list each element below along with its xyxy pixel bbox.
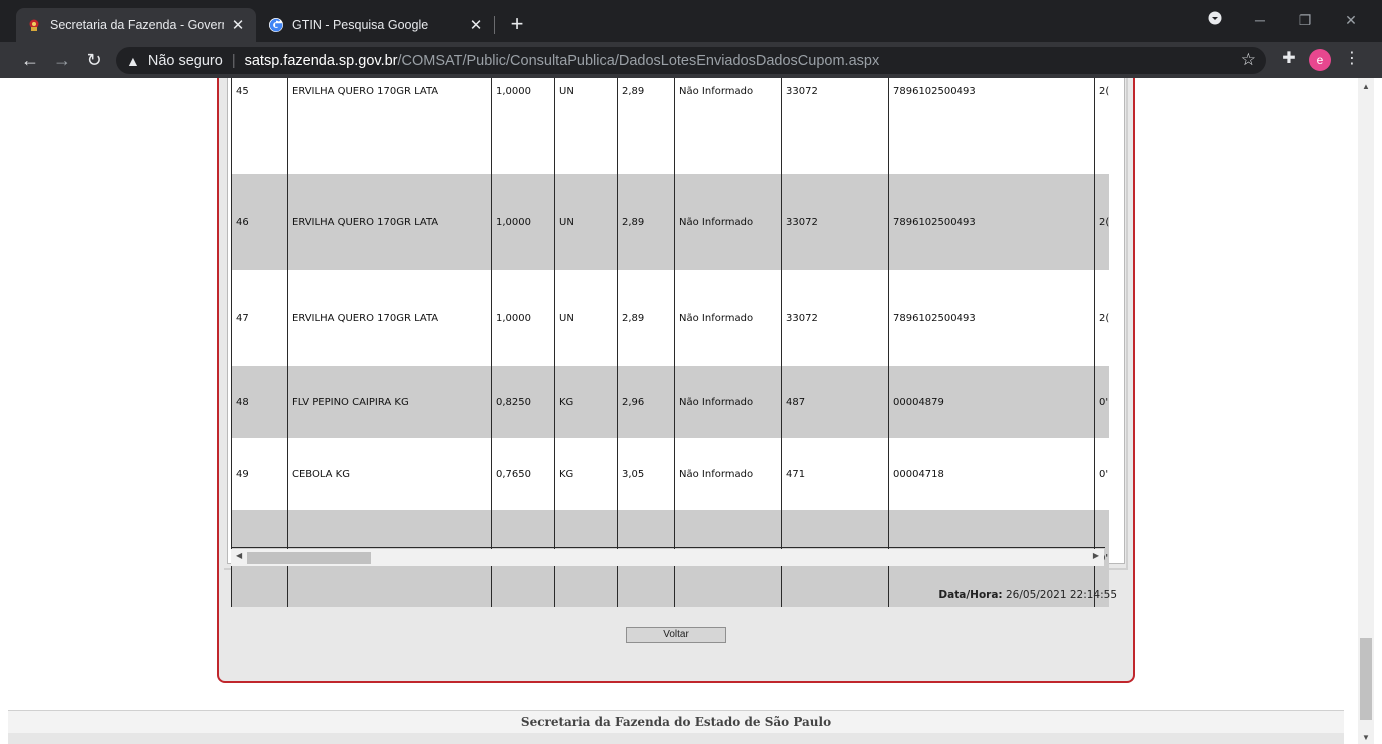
item-info: Não Informado [674,438,782,510]
close-window-icon[interactable]: ✕ [1339,12,1363,29]
item-info: Não Informado [674,78,782,174]
address-separator: | [231,52,236,69]
warning-icon[interactable]: ▲ [126,53,140,69]
scroll-down-icon[interactable]: ▼ [1358,733,1374,742]
vertical-scroll-thumb[interactable] [1360,638,1372,720]
item-quantity: 1,0000 [491,78,555,174]
item-unit: UN [554,270,618,366]
scroll-up-icon[interactable]: ▲ [1358,82,1374,91]
close-icon[interactable]: ✕ [468,17,484,34]
address-bar[interactable]: ▲ Não seguro | satsp.fazenda.sp.gov.br/C… [116,47,1266,74]
scroll-right-icon[interactable]: ▶ [1093,551,1099,560]
item-info: Não Informado [674,174,782,270]
item-number: 47 [231,270,288,366]
item-gtin: 7896102500493 [888,174,1095,270]
item-code: 33072 [781,270,889,366]
item-extra: 0' [1094,438,1110,510]
item-unit: KG [554,438,618,510]
profile-avatar[interactable]: e [1309,49,1331,71]
browser-toolbar: ← → ↻ ▲ Não seguro | satsp.fazenda.sp.go… [0,42,1382,78]
tab-title: GTIN - Pesquisa Google [292,18,429,32]
item-code: 33072 [781,174,889,270]
item-value: 3,05 [617,438,675,510]
datahora: Data/Hora: 26/05/2021 22:14:55 [938,589,1117,601]
items-table: 45 ERVILHA QUERO 170GR LATA 1,0000 UN 2,… [231,78,1110,607]
table-row: 46 ERVILHA QUERO 170GR LATA 1,0000 UN 2,… [231,174,1110,270]
minimize-icon[interactable]: ─ [1248,12,1272,28]
item-code: 33072 [781,78,889,174]
item-info: Não Informado [674,270,782,366]
google-icon [269,18,283,32]
item-quantity: 1,0000 [491,270,555,366]
table-row: 48 FLV PEPINO CAIPIRA KG 0,8250 KG 2,96 … [231,366,1110,438]
sp-coat-of-arms-icon [29,19,39,31]
item-quantity: 0,8250 [491,366,555,438]
datahora-label: Data/Hora: [938,589,1003,601]
item-value: 2,89 [617,78,675,174]
new-tab-button[interactable]: + [506,13,528,36]
security-label[interactable]: Não seguro [148,53,223,69]
page-footer: Secretaria da Fazenda do Estado de São P… [8,711,1344,733]
page-viewport: 45 ERVILHA QUERO 170GR LATA 1,0000 UN 2,… [0,78,1358,744]
item-number: 49 [231,438,288,510]
scroll-left-icon[interactable]: ◀ [236,551,242,560]
browser-menu-icon[interactable]: ⋮ [1343,48,1361,70]
item-gtin: 00004879 [888,366,1095,438]
item-code: 471 [781,438,889,510]
tab-separator [494,16,495,34]
tab-gtin-google[interactable]: GTIN - Pesquisa Google ✕ [258,8,494,42]
horizontal-scroll-thumb[interactable] [247,552,371,564]
close-icon[interactable]: ✕ [230,17,246,34]
item-extra: 0' [1094,366,1110,438]
vertical-scrollbar[interactable]: ▲ ▼ [1358,78,1374,744]
item-value: 2,89 [617,174,675,270]
horizontal-scrollbar[interactable]: ◀ ▶ [231,549,1104,566]
item-quantity: 0,7650 [491,438,555,510]
item-unit: KG [554,366,618,438]
item-extra: 2( [1094,270,1110,366]
item-gtin: 7896102500493 [888,270,1095,366]
table-row: 45 ERVILHA QUERO 170GR LATA 1,0000 UN 2,… [231,78,1110,174]
tab-title: Secretaria da Fazenda - Governo [50,18,224,32]
item-description: ERVILHA QUERO 170GR LATA [287,174,492,270]
item-number: 45 [231,78,288,174]
item-description: ERVILHA QUERO 170GR LATA [287,270,492,366]
item-unit: UN [554,174,618,270]
item-description: ERVILHA QUERO 170GR LATA [287,78,492,174]
datahora-value: 26/05/2021 22:14:55 [1005,589,1117,601]
footer-bottom-strip [8,733,1344,744]
browser-titlebar: Secretaria da Fazenda - Governo ✕ GTIN -… [0,0,1382,42]
reload-icon[interactable]: ↻ [82,48,106,72]
item-description: CEBOLA KG [287,438,492,510]
item-number: 48 [231,366,288,438]
extensions-puzzle-icon[interactable]: ✚ [1278,48,1300,70]
item-unit: UN [554,78,618,174]
url-path: /COMSAT/Public/ConsultaPublica/DadosLote… [397,52,880,69]
item-gtin: 00004718 [888,438,1095,510]
table-row: 49 CEBOLA KG 0,7650 KG 3,05 Não Informad… [231,438,1110,510]
item-description: FLV PEPINO CAIPIRA KG [287,366,492,438]
item-value: 2,96 [617,366,675,438]
restore-icon[interactable]: ❐ [1293,12,1317,29]
item-number: 46 [231,174,288,270]
forward-arrow-icon[interactable]: → [50,48,74,72]
table-bottom-border [231,547,1105,548]
bookmark-star-icon[interactable]: ☆ [1241,50,1256,70]
item-info: Não Informado [674,366,782,438]
item-extra: 2( [1094,78,1110,174]
tab-search-icon[interactable] [1203,11,1227,28]
item-code: 487 [781,366,889,438]
item-gtin: 7896102500493 [888,78,1095,174]
url-host: satsp.fazenda.sp.gov.br [244,52,398,69]
item-value: 2,89 [617,270,675,366]
table-row: 47 ERVILHA QUERO 170GR LATA 1,0000 UN 2,… [231,270,1110,366]
tab-secretaria-fazenda[interactable]: Secretaria da Fazenda - Governo ✕ [16,8,256,42]
back-arrow-icon[interactable]: ← [18,48,42,72]
item-quantity: 1,0000 [491,174,555,270]
voltar-button[interactable]: Voltar [626,627,726,643]
consulta-panel: 45 ERVILHA QUERO 170GR LATA 1,0000 UN 2,… [217,78,1135,683]
item-extra: 2( [1094,174,1110,270]
